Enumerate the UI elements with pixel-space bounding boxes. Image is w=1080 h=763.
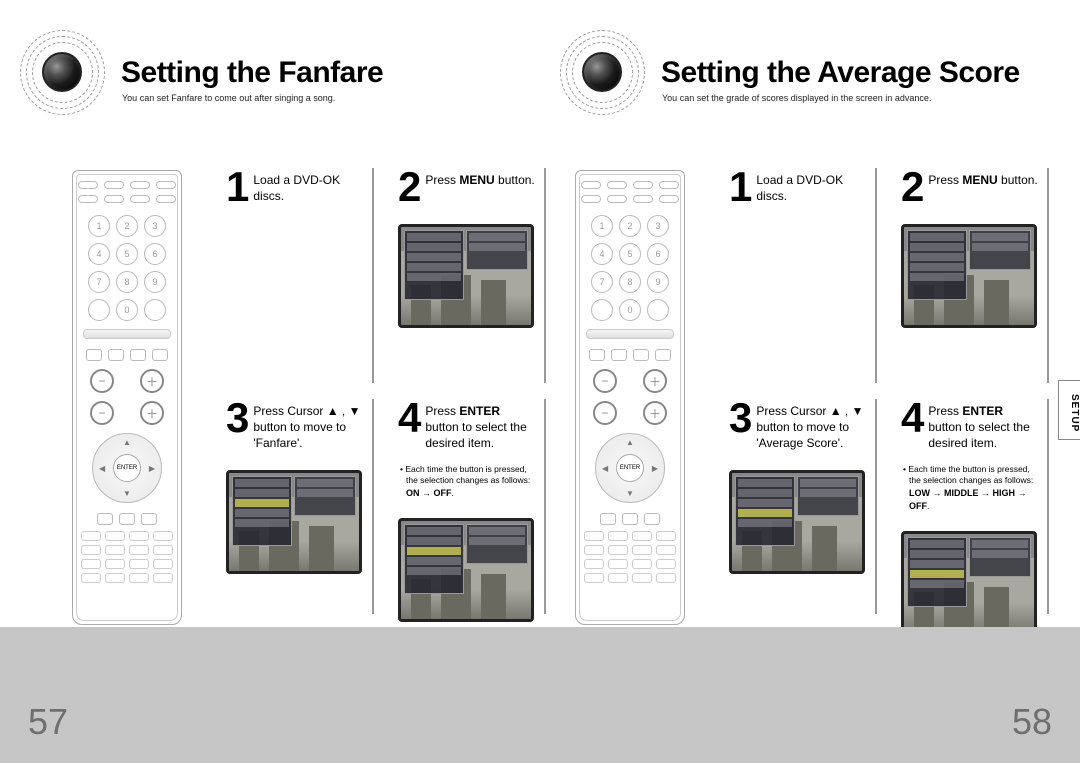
manual-spread: Setting the Fanfare You can set Fanfare … — [0, 0, 1080, 763]
page-title: Setting the Average Score — [661, 56, 1020, 90]
step-2: 2 Press MENU button. — [390, 168, 546, 383]
step-note: • Each time the button is pressed, the s… — [901, 464, 1039, 514]
tv-screenshot — [226, 470, 362, 574]
step-note: • Each time the button is pressed, the s… — [398, 464, 536, 501]
remote-diagram: 1 2 3 4 5 6 7 8 9 0 −＋ −＋ — [575, 170, 685, 625]
step-4: 4 Press ENTER button to select the desir… — [390, 399, 546, 614]
step-1: 1 Load a DVD-OK discs. — [721, 168, 877, 383]
remote-diagram: 1 2 3 4 5 6 7 8 9 0 −＋ −＋ — [72, 170, 182, 625]
tv-screenshot — [729, 470, 865, 574]
step-4: 4 Press ENTER button to select the desir… — [893, 399, 1049, 614]
step-2: 2 Press MENU button. — [893, 168, 1049, 383]
page-number-left: 57 — [28, 701, 68, 743]
steps-left: 1 Load a DVD-OK discs. 2 Press MENU butt… — [218, 168, 546, 614]
tv-screenshot — [901, 224, 1037, 328]
nav-pad: ▲▼ ◀▶ ENTER — [92, 433, 162, 503]
page-title: Setting the Fanfare — [121, 56, 383, 90]
tv-screenshot — [398, 518, 534, 622]
page-subtitle: You can set Fanfare to come out after si… — [122, 93, 540, 103]
step-3: 3 Press Cursor ▲ , ▼ button to move to '… — [721, 399, 877, 614]
tv-screenshot — [398, 224, 534, 328]
step-3: 3 Press Cursor ▲ , ▼ button to move to '… — [218, 399, 374, 614]
step-1: 1 Load a DVD-OK discs. — [218, 168, 374, 383]
page-subtitle: You can set the grade of scores displaye… — [662, 93, 1080, 103]
speaker-icon — [20, 30, 105, 115]
footer-band — [0, 627, 1080, 763]
setup-tab: SETUP — [1058, 380, 1080, 440]
speaker-icon — [560, 30, 645, 115]
nav-pad: ▲▼ ◀▶ ENTER — [595, 433, 665, 503]
tv-screenshot — [901, 531, 1037, 635]
steps-right: 1 Load a DVD-OK discs. 2 Press MENU butt… — [721, 168, 1049, 614]
page-number-right: 58 — [1012, 701, 1052, 743]
